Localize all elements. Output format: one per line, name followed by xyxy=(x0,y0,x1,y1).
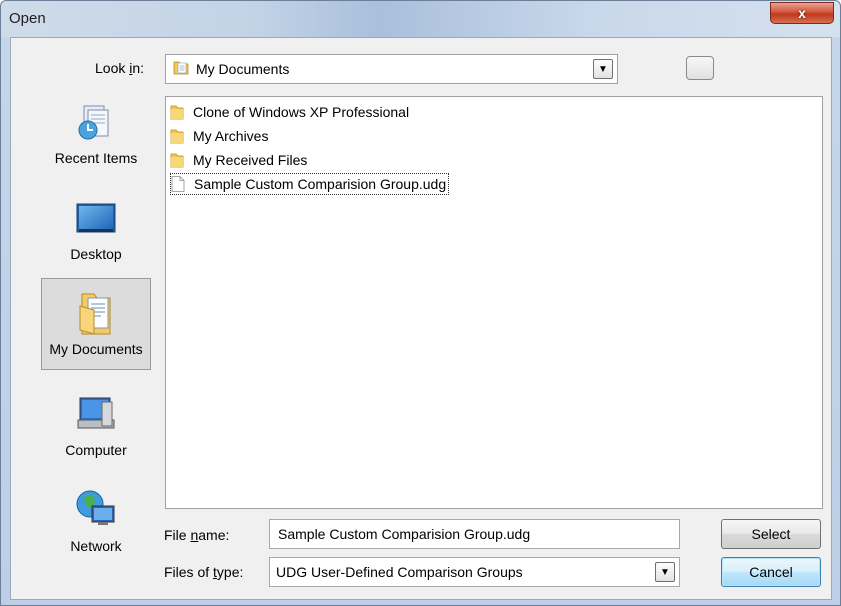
place-desktop[interactable]: Desktop xyxy=(41,184,151,276)
file-name: My Received Files xyxy=(193,152,308,168)
cancel-button[interactable]: Cancel xyxy=(721,557,821,587)
look-in-dropdown[interactable]: My Documents ▼ xyxy=(165,54,618,84)
file-name-input[interactable] xyxy=(269,519,680,549)
recent-items-icon xyxy=(74,100,118,144)
file-name: My Archives xyxy=(193,128,269,144)
computer-icon xyxy=(74,392,118,436)
desktop-icon xyxy=(74,196,118,240)
place-recent-items[interactable]: Recent Items xyxy=(41,88,151,180)
place-network[interactable]: Network xyxy=(41,476,151,568)
place-my-documents[interactable]: My Documents xyxy=(41,278,151,370)
list-item-folder[interactable]: My Archives xyxy=(170,125,268,147)
look-in-value: My Documents xyxy=(196,61,290,77)
select-button[interactable]: Select xyxy=(721,519,821,549)
file-name: Sample Custom Comparision Group.udg xyxy=(194,176,447,192)
dialog-body: Look in: My Documents ▼ Recent Items Des… xyxy=(10,37,832,600)
places-bar: Recent Items Desktop My Documents Comput… xyxy=(19,88,159,568)
folder-icon xyxy=(170,104,186,120)
blank-file-icon xyxy=(171,176,187,192)
file-name-label: File name: xyxy=(164,527,230,543)
close-button[interactable]: x xyxy=(770,2,834,24)
file-name: Clone of Windows XP Professional xyxy=(193,104,410,120)
window-title: Open xyxy=(9,10,46,27)
file-list[interactable]: Clone of Windows XP Professional My Arch… xyxy=(165,96,823,509)
place-label: Network xyxy=(70,538,122,554)
view-menu-button[interactable] xyxy=(686,56,714,80)
title-bar[interactable]: Open x xyxy=(1,1,840,37)
place-label: Recent Items xyxy=(54,150,138,166)
list-item-folder[interactable]: My Received Files xyxy=(170,149,307,171)
folder-icon xyxy=(170,152,186,168)
place-label: Desktop xyxy=(70,246,122,262)
network-icon xyxy=(74,488,118,532)
my-documents-icon xyxy=(74,291,118,335)
files-of-type-label: Files of type: xyxy=(164,564,244,580)
place-computer[interactable]: Computer xyxy=(41,380,151,472)
open-dialog: Open x Look in: My Documents ▼ Recent It… xyxy=(0,0,841,606)
files-of-type-value: UDG User-Defined Comparison Groups xyxy=(276,564,523,580)
chevron-down-icon[interactable]: ▼ xyxy=(655,562,675,582)
place-label: Computer xyxy=(65,442,127,458)
files-of-type-dropdown[interactable]: UDG User-Defined Comparison Groups ▼ xyxy=(269,557,680,587)
look-in-label: Look in: xyxy=(95,60,145,76)
my-documents-small-icon xyxy=(172,59,190,80)
list-item-file[interactable]: Sample Custom Comparision Group.udg xyxy=(170,173,450,195)
folder-icon xyxy=(170,128,186,144)
place-label: My Documents xyxy=(49,341,143,357)
chevron-down-icon[interactable]: ▼ xyxy=(593,59,613,79)
list-item-folder[interactable]: Clone of Windows XP Professional xyxy=(170,101,409,123)
